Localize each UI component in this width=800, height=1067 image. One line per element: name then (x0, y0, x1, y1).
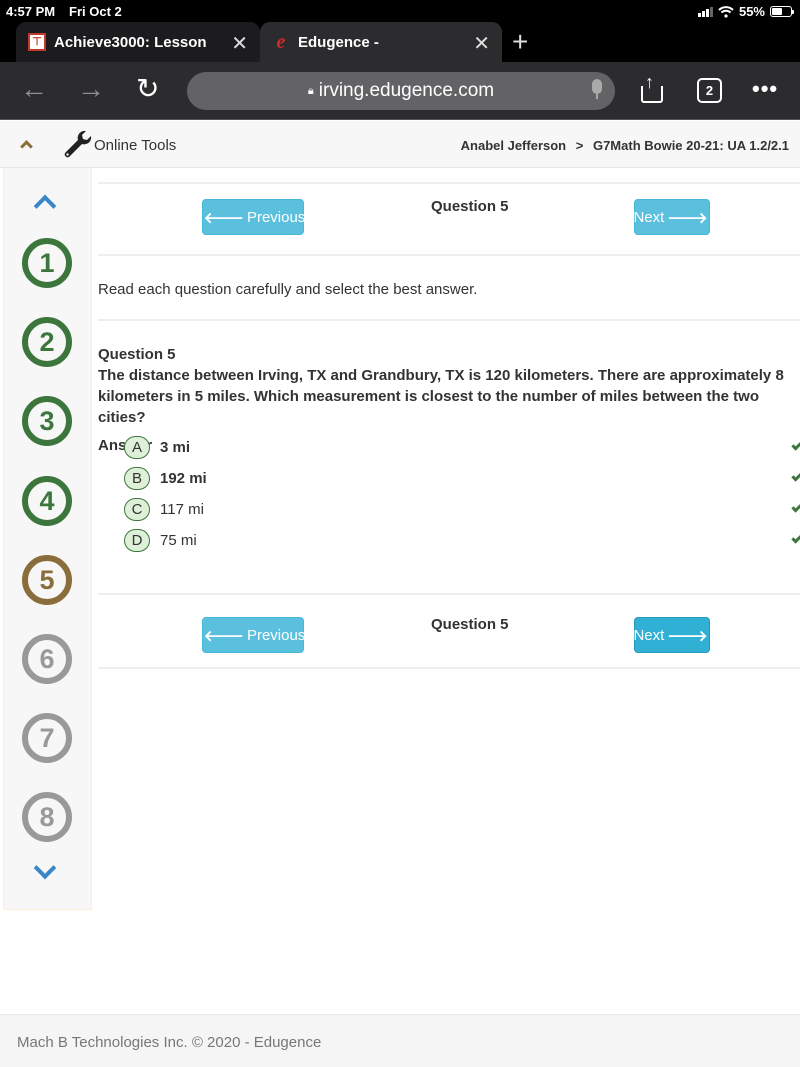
copyright-text: Mach B Technologies Inc. © 2020 - Edugen… (17, 1034, 322, 1051)
breadcrumb-user: Anabel Jefferson (460, 138, 567, 153)
forward-arrow-icon[interactable]: → (77, 75, 105, 103)
option-letter: C (124, 498, 150, 521)
question-5-button[interactable]: 5 (22, 555, 72, 605)
scroll-up-chevron-icon[interactable] (33, 194, 57, 218)
chevron-up-icon (20, 140, 33, 153)
answer-option-b[interactable]: B 192 mi (92, 467, 800, 493)
divider (98, 254, 800, 256)
browser-tab-edugence[interactable]: e Edugence - ✕ (260, 22, 502, 62)
option-text: 3 mi (160, 439, 191, 456)
new-tab-button[interactable]: + (512, 26, 528, 58)
arrow-left-icon: 🡐 (203, 627, 244, 645)
scroll-down-chevron-icon[interactable] (33, 856, 57, 880)
checkmark-icon (791, 470, 800, 482)
question-2-button[interactable]: 2 (22, 317, 72, 367)
url-text: irving.edugence.com (318, 80, 495, 101)
checkmark-icon (791, 439, 800, 451)
address-bar[interactable]: 🔒︎ irving.edugence.com (187, 72, 615, 110)
wrench-icon[interactable] (62, 129, 92, 159)
breadcrumb: Anabel Jefferson > G7Math Bowie 20-21: U… (461, 138, 789, 153)
question-4-button[interactable]: 4 (22, 476, 72, 526)
wifi-icon (718, 5, 734, 18)
previous-button[interactable]: 🡐 Previous (202, 199, 305, 235)
collapse-header-button[interactable] (20, 134, 33, 154)
tab-count-button[interactable]: 2 (697, 78, 722, 103)
share-icon[interactable]: ↑ (640, 72, 664, 104)
lock-icon: 🔒︎ (307, 84, 314, 97)
answer-option-a[interactable]: A 3 mi (92, 436, 800, 462)
question-indicator: Question 5 (431, 198, 509, 215)
question-1-button[interactable]: 1 (22, 238, 72, 288)
next-button[interactable]: Next 🡒 (633, 199, 710, 235)
arrow-right-icon: 🡒 (667, 627, 708, 645)
online-tools-link[interactable]: Online Tools (94, 137, 176, 154)
question-indicator: Question 5 (431, 616, 509, 633)
question-text: The distance between Irving, TX and Gran… (98, 367, 784, 426)
answer-option-c[interactable]: C 117 mi (92, 498, 800, 524)
cellular-signal-icon (697, 6, 713, 17)
close-tab-icon[interactable]: ✕ (473, 31, 490, 56)
microphone-icon[interactable] (591, 79, 603, 101)
reload-icon[interactable]: ↻ (136, 75, 159, 103)
status-time: 4:57 PM (6, 4, 56, 19)
browser-tabs: ⊤ Achieve3000: Lesson ✕ e Edugence - ✕ + (0, 22, 800, 62)
breadcrumb-separator: > (575, 138, 584, 153)
battery-icon (770, 6, 794, 17)
arrow-right-icon: 🡒 (667, 209, 708, 227)
more-options-icon[interactable]: ••• (752, 76, 778, 102)
question-title: Question 5 (98, 346, 176, 363)
battery-percent: 55% (738, 4, 765, 19)
question-navigator: 1 2 3 4 5 6 7 8 (3, 168, 92, 910)
browser-toolbar: ← → ↻ 🔒︎ irving.edugence.com ↑ 2 ••• (0, 62, 800, 120)
option-letter: A (124, 436, 150, 459)
breadcrumb-assessment: G7Math Bowie 20-21: UA 1.2/2.1 (592, 138, 789, 153)
question-6-button[interactable]: 6 (22, 634, 72, 684)
checkmark-icon (791, 532, 800, 544)
option-text: 192 mi (160, 470, 207, 487)
next-button[interactable]: Next 🡒 (633, 617, 710, 653)
option-letter: D (124, 529, 150, 552)
top-question-nav: 🡐 Previous Question 5 Next 🡒 (92, 184, 800, 254)
divider (98, 319, 800, 321)
back-arrow-icon[interactable]: ← (20, 75, 48, 103)
tab-title: Achieve3000: Lesson (54, 33, 207, 51)
option-letter: B (124, 467, 150, 490)
answer-option-d[interactable]: D 75 mi (92, 529, 800, 555)
status-date: Fri Oct 2 (69, 4, 122, 19)
tab-title: Edugence - (298, 33, 379, 51)
divider (98, 667, 800, 669)
close-tab-icon[interactable]: ✕ (231, 31, 248, 56)
arrow-left-icon: 🡐 (203, 209, 244, 227)
achieve3000-icon: ⊤ (28, 33, 46, 51)
question-7-button[interactable]: 7 (22, 713, 72, 763)
previous-button[interactable]: 🡐 Previous (202, 617, 305, 653)
page-header: Online Tools Anabel Jefferson > G7Math B… (0, 121, 800, 168)
checkmark-icon (791, 501, 800, 513)
instructions-text: Read each question carefully and select … (98, 281, 478, 298)
edugence-icon: e (276, 30, 286, 53)
bottom-question-nav: 🡐 Previous Question 5 Next 🡒 (92, 602, 800, 672)
divider (98, 593, 800, 595)
option-text: 75 mi (160, 532, 197, 549)
question-3-button[interactable]: 3 (22, 396, 72, 446)
option-text: 117 mi (160, 501, 204, 518)
status-bar: 4:57 PM Fri Oct 2 55% (0, 0, 800, 22)
page-footer: Mach B Technologies Inc. © 2020 - Edugen… (0, 1014, 800, 1067)
browser-tab-achieve3000[interactable]: ⊤ Achieve3000: Lesson ✕ (16, 22, 260, 62)
question-8-button[interactable]: 8 (22, 792, 72, 842)
